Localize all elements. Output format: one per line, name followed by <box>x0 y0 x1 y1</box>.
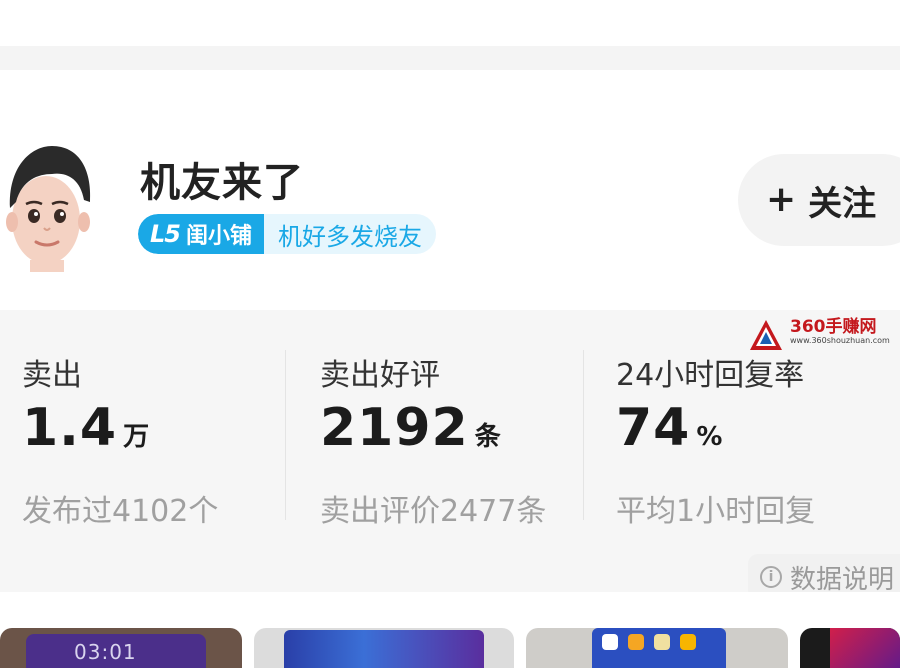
seller-badge[interactable]: L5 闺小铺 机好多发烧友 <box>138 214 437 254</box>
shop-tier-label: 闺小铺 <box>186 224 253 249</box>
level-badge: L5 闺小铺 <box>138 214 265 254</box>
stat-divider <box>285 350 286 520</box>
avatar[interactable] <box>0 138 96 272</box>
app-icon <box>628 634 644 650</box>
phone-screen-image <box>592 628 726 668</box>
phone-screen-image <box>284 630 484 668</box>
app-icon <box>602 634 618 650</box>
stat-unit: 条 <box>474 422 501 452</box>
stat-number: 74 <box>616 398 691 458</box>
stat-value: 1.4 万 <box>22 398 149 458</box>
stat-subtext: 发布过4102个 <box>22 494 219 529</box>
stat-label: 卖出 <box>22 358 82 393</box>
level-label: L5 <box>150 220 181 248</box>
plus-icon: + <box>766 179 797 220</box>
follow-button[interactable]: + 关注 <box>738 154 900 246</box>
watermark-title: 360手赚网 <box>790 317 877 337</box>
stat-unit: 万 <box>123 422 150 452</box>
watermark-url: www.360shouzhuan.com <box>790 336 890 345</box>
stat-divider <box>583 350 584 520</box>
stat-subtext: 卖出评价2477条 <box>320 494 547 529</box>
listing-thumb-1[interactable]: 03:01 <box>0 628 242 668</box>
phone-screen-image <box>830 628 900 668</box>
follow-label: 关注 <box>808 183 877 224</box>
listing-thumbnails: 03:01 <box>0 592 900 668</box>
section-gap <box>0 46 900 70</box>
listing-thumb-2[interactable] <box>254 628 514 668</box>
stat-number: 1.4 <box>22 398 118 458</box>
stat-label: 24小时回复率 <box>616 358 805 393</box>
watermark: 360手赚网 www.360shouzhuan.com <box>748 318 900 352</box>
app-icon <box>680 634 696 650</box>
app-icon <box>654 634 670 650</box>
stat-unit: % <box>696 422 723 452</box>
top-blank-area <box>0 0 900 46</box>
listing-thumb-3[interactable] <box>526 628 788 668</box>
stat-subtext: 平均1小时回复 <box>616 494 816 529</box>
stat-value: 74% <box>616 398 722 458</box>
stat-label: 卖出好评 <box>320 358 440 393</box>
watermark-logo-icon <box>750 320 782 350</box>
seller-name[interactable]: 机友来了 <box>140 150 304 208</box>
seller-tag: 机好多发烧友 <box>278 222 423 251</box>
stat-value: 2192 条 <box>320 398 501 458</box>
data-explanation-label: 数据说明 <box>790 564 895 595</box>
stat-number: 2192 <box>320 398 469 458</box>
phone-clock-text: 03:01 <box>74 640 137 664</box>
info-icon: i <box>760 566 782 588</box>
seller-stats-panel: 卖出 1.4 万 发布过4102个 卖出好评 2192 条 卖出评价2477条 24… <box>0 310 900 600</box>
listing-thumb-4[interactable] <box>800 628 900 668</box>
